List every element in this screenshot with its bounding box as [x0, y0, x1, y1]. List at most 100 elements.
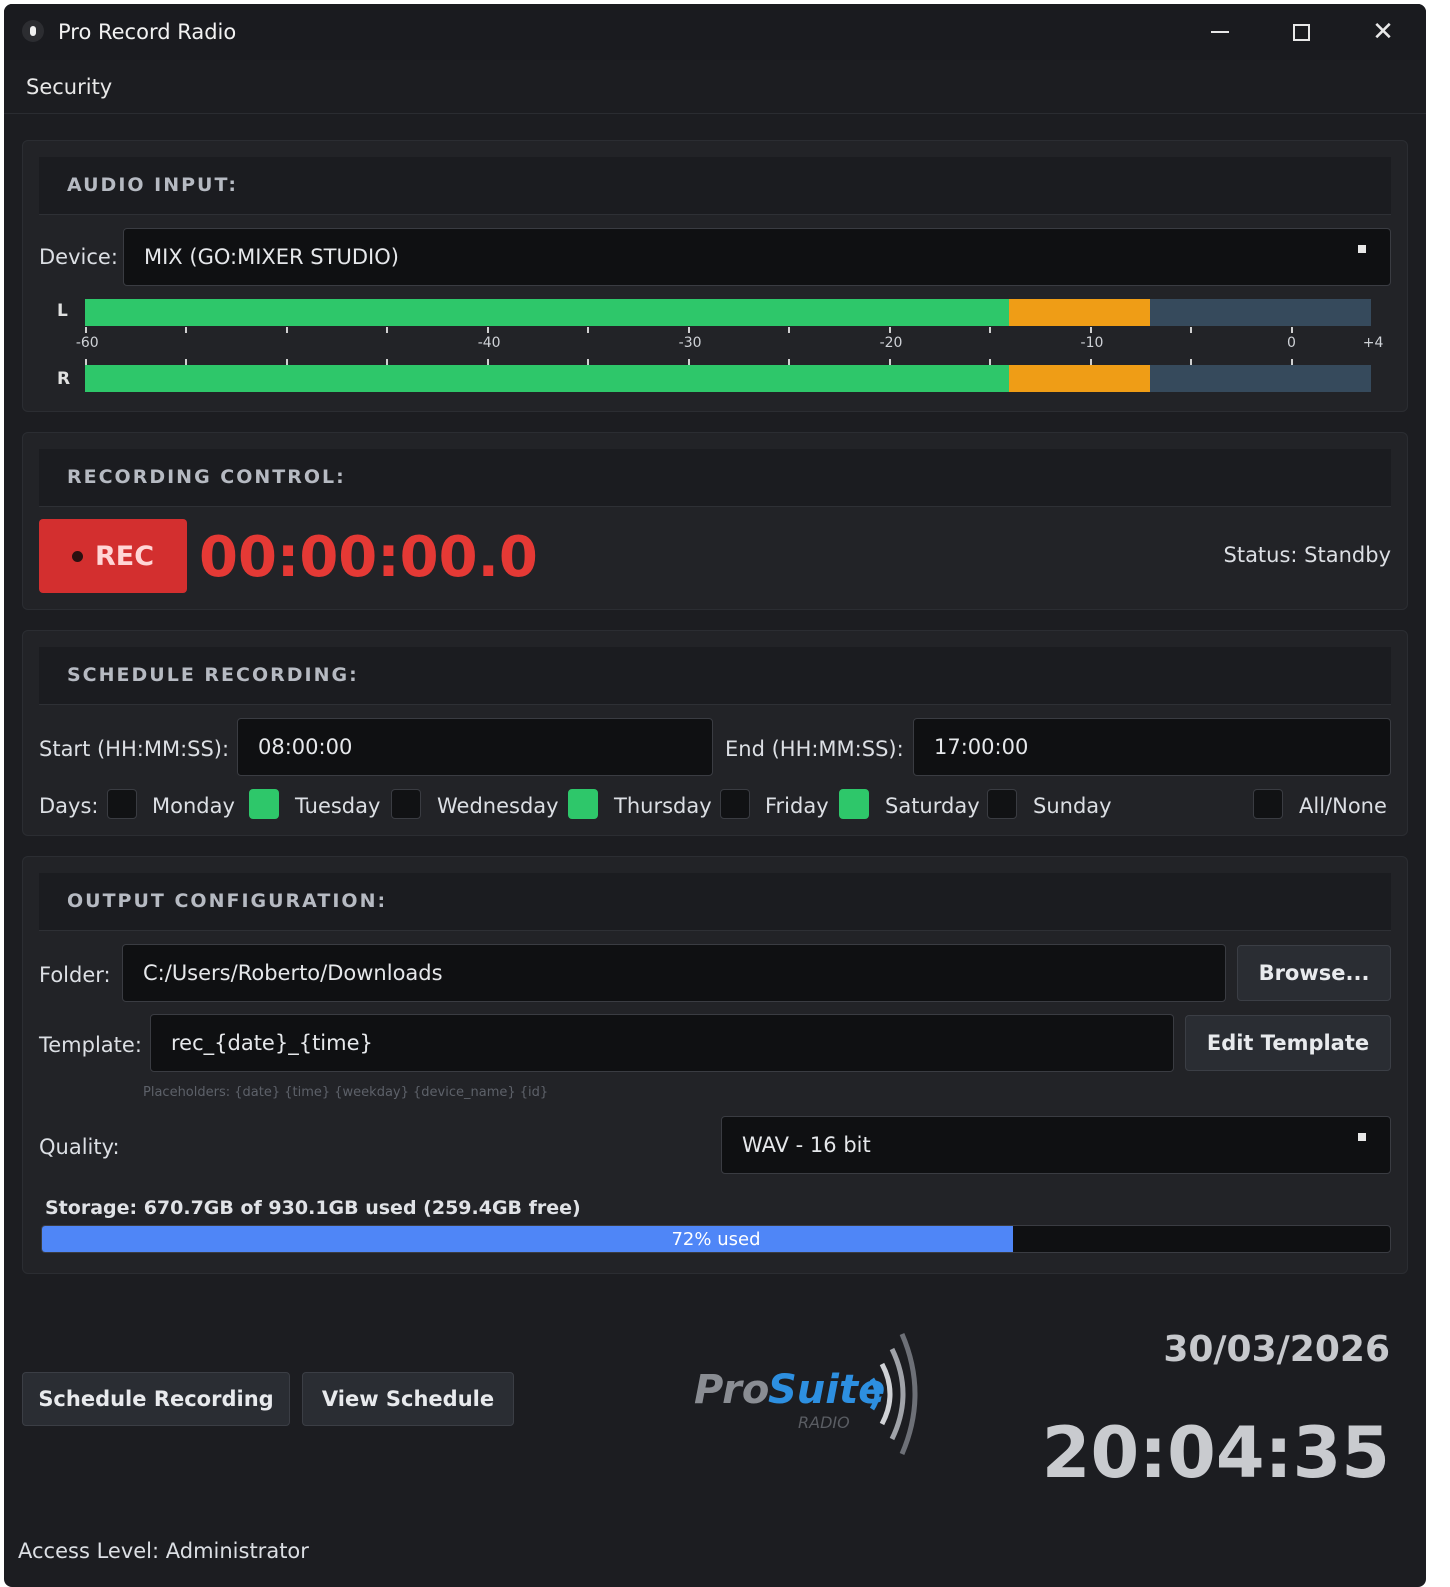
start-time-label: Start (HH:MM:SS): [39, 737, 230, 761]
placeholders-hint: Placeholders: {date} {time} {weekday} {d… [143, 1085, 549, 1100]
storage-info: Storage: 670.7GB of 930.1GB used (259.4G… [45, 1197, 581, 1219]
menu-item-security[interactable]: Security [26, 75, 112, 99]
recording-control-title: RECORDING CONTROL: [67, 466, 346, 488]
scale-tick [989, 327, 992, 333]
minimize-button[interactable] [1204, 16, 1236, 48]
output-header: OUTPUT CONFIGURATION: [39, 873, 1391, 931]
left-meter-orange [1009, 299, 1150, 326]
schedule-panel: SCHEDULE RECORDING: Start (HH:MM:SS): 08… [22, 630, 1408, 836]
scale-label: -10 [1080, 335, 1104, 351]
record-dot-icon [71, 550, 83, 562]
access-level: Access Level: Administrator [18, 1539, 309, 1563]
scale-label: -30 [678, 335, 702, 351]
logo-pro-text: Pro [694, 1367, 770, 1413]
tuesday-checkbox[interactable] [249, 789, 279, 819]
browse-button[interactable]: Browse... [1237, 945, 1391, 1001]
scale-tick [888, 327, 891, 333]
view-schedule-button[interactable]: View Schedule [302, 1372, 514, 1426]
tuesday-label: Tuesday [295, 794, 381, 818]
quality-label: Quality: [39, 1135, 120, 1159]
scale-label: -40 [477, 335, 501, 351]
folder-input[interactable]: C:/Users/Roberto/Downloads [122, 944, 1226, 1002]
record-button[interactable]: REC [39, 519, 187, 593]
folder-label: Folder: [39, 963, 111, 987]
left-channel-label: L [57, 301, 68, 321]
end-time-label: End (HH:MM:SS): [725, 737, 904, 761]
all-none-checkbox[interactable] [1253, 789, 1283, 819]
monday-checkbox[interactable] [107, 789, 137, 819]
recording-control-panel: RECORDING CONTROL: REC 00:00:00.0 Status… [22, 432, 1408, 610]
scale-tick [788, 327, 791, 333]
scale-tick [687, 327, 690, 333]
scale-tick [85, 327, 87, 333]
meter-scale: -60 -40 -30 -20 -10 0 +4 [76, 327, 1385, 367]
pro-suite-radio-logo: Pro Suite RADIO [694, 1329, 934, 1459]
close-icon: ✕ [1372, 17, 1394, 47]
schedule-header: SCHEDULE RECORDING: [39, 647, 1391, 705]
scale-label: +4 [1362, 335, 1384, 351]
end-time-input[interactable]: 17:00:00 [913, 718, 1391, 776]
wednesday-label: Wednesday [437, 794, 559, 818]
template-value: rec_{date}_{time} [171, 1031, 373, 1055]
app-window: Pro Record Radio ✕ Security AUDIO INPUT:… [4, 4, 1426, 1587]
close-button[interactable]: ✕ [1367, 16, 1399, 48]
audio-input-panel: AUDIO INPUT: Device: MIX (GO:MIXER STUDI… [22, 140, 1408, 412]
saturday-checkbox[interactable] [839, 789, 869, 819]
right-channel-label: R [57, 369, 71, 389]
device-select[interactable]: MIX (GO:MIXER STUDIO) [123, 228, 1391, 286]
wednesday-checkbox[interactable] [391, 789, 421, 819]
scale-tick [185, 327, 188, 333]
scale-tick [386, 327, 389, 333]
end-time-value: 17:00:00 [934, 735, 1029, 759]
left-meter-green [85, 299, 1010, 326]
microphone-icon [22, 20, 44, 42]
start-time-value: 08:00:00 [258, 735, 353, 759]
thursday-checkbox[interactable] [568, 789, 598, 819]
edit-template-button[interactable]: Edit Template [1185, 1015, 1391, 1071]
quality-select[interactable]: WAV - 16 bit [721, 1116, 1391, 1174]
record-button-label: REC [94, 540, 155, 572]
audio-input-header: AUDIO INPUT: [39, 157, 1391, 215]
current-time: 20:04:35 [1041, 1412, 1390, 1494]
recording-timer: 00:00:00.0 [199, 525, 538, 590]
scale-tick [486, 327, 489, 333]
scale-tick [1089, 327, 1092, 333]
template-label: Template: [39, 1033, 142, 1057]
right-meter-green [85, 365, 1010, 392]
saturday-label: Saturday [885, 794, 980, 818]
output-title: OUTPUT CONFIGURATION: [67, 890, 388, 912]
maximize-icon [1292, 23, 1310, 41]
right-meter-orange [1009, 365, 1150, 392]
friday-checkbox[interactable] [720, 789, 750, 819]
scale-tick [1290, 327, 1293, 333]
storage-percent-label: 72% used [671, 1229, 761, 1250]
audio-input-title: AUDIO INPUT: [67, 174, 238, 196]
current-date: 30/03/2026 [1163, 1329, 1390, 1370]
device-select-value: MIX (GO:MIXER STUDIO) [144, 245, 399, 269]
thursday-label: Thursday [614, 794, 712, 818]
scale-label: -20 [879, 335, 903, 351]
scale-label: 0 [1287, 335, 1296, 351]
days-label: Days: [39, 794, 99, 818]
radio-waves-icon [869, 1333, 918, 1455]
scale-tick [285, 327, 288, 333]
schedule-recording-button[interactable]: Schedule Recording [22, 1372, 290, 1426]
right-level-meter [85, 365, 1371, 392]
left-level-meter [85, 299, 1371, 326]
dropdown-icon [1358, 1133, 1366, 1141]
recording-control-header: RECORDING CONTROL: [39, 449, 1391, 507]
folder-value: C:/Users/Roberto/Downloads [143, 961, 443, 985]
start-time-input[interactable]: 08:00:00 [237, 718, 713, 776]
schedule-title: SCHEDULE RECORDING: [67, 664, 359, 686]
template-input[interactable]: rec_{date}_{time} [150, 1014, 1174, 1072]
device-label: Device: [39, 245, 118, 269]
sunday-checkbox[interactable] [987, 789, 1017, 819]
monday-label: Monday [152, 794, 235, 818]
dropdown-icon [1358, 245, 1366, 253]
scale-label: -60 [75, 335, 99, 351]
maximize-button[interactable] [1285, 16, 1317, 48]
recording-status: Status: Standby [1223, 543, 1392, 567]
title-bar: Pro Record Radio ✕ [4, 4, 1426, 60]
logo-radio-text: RADIO [798, 1413, 850, 1432]
all-none-label: All/None [1299, 794, 1387, 818]
